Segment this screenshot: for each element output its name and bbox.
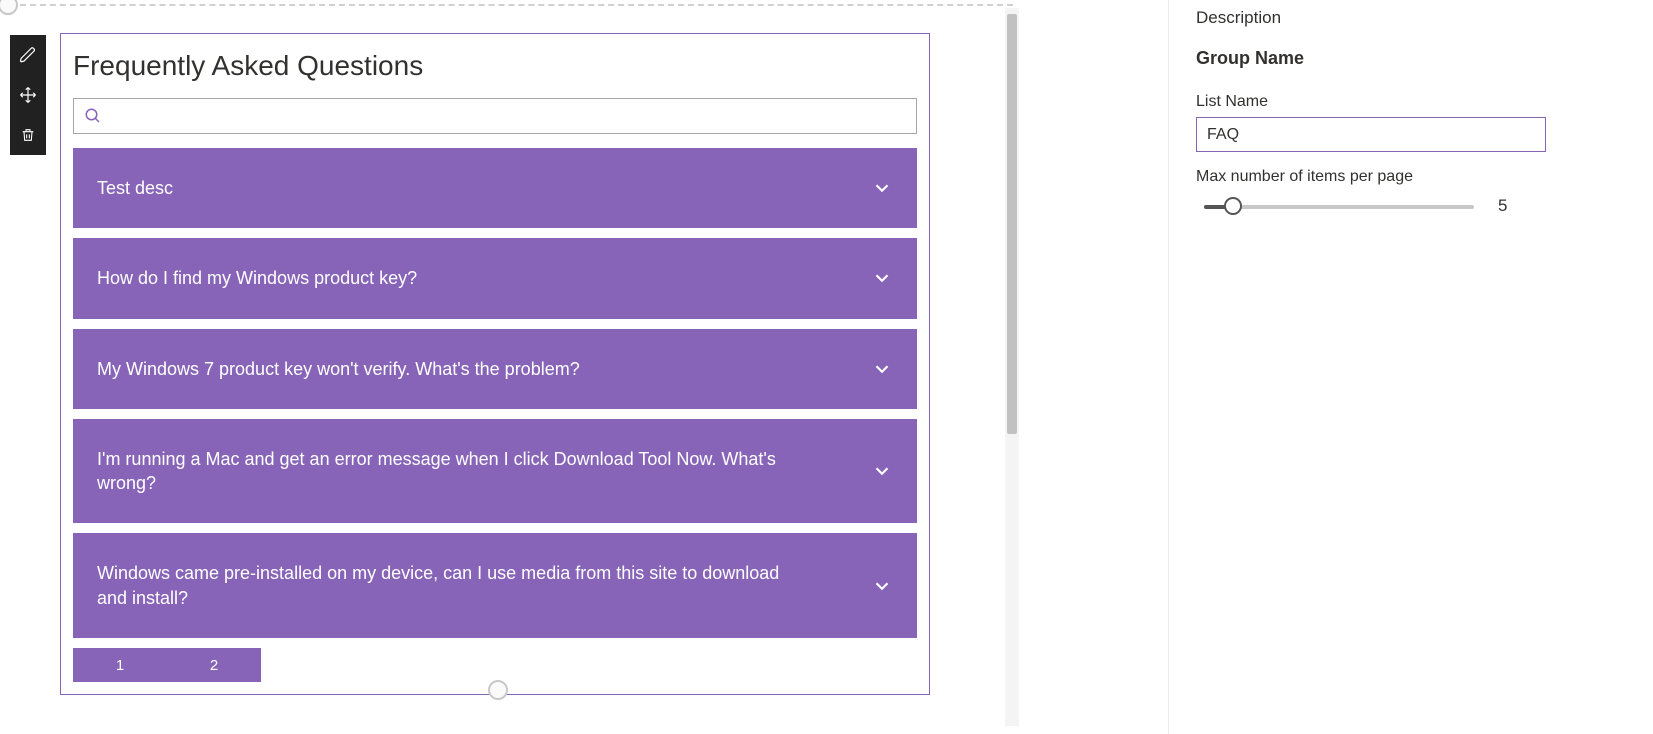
search-box[interactable] <box>73 98 917 134</box>
faq-question: Windows came pre-installed on my device,… <box>97 561 797 610</box>
faq-question: I'm running a Mac and get an error messa… <box>97 447 797 496</box>
property-pane: Description Group Name List Name Max num… <box>1196 8 1576 216</box>
trash-icon <box>20 126 36 144</box>
chevron-down-icon <box>871 267 893 289</box>
pager: 1 2 <box>73 648 917 682</box>
faq-item[interactable]: How do I find my Windows product key? <box>73 238 917 318</box>
faq-question: How do I find my Windows product key? <box>97 266 417 290</box>
search-input[interactable] <box>110 107 906 126</box>
canvas-scrollbar[interactable] <box>1005 8 1019 726</box>
scrollbar-thumb[interactable] <box>1007 14 1017 434</box>
faq-item[interactable]: My Windows 7 product key won't verify. W… <box>73 329 917 409</box>
search-icon <box>84 107 102 125</box>
page-button-2[interactable]: 2 <box>167 648 261 682</box>
slider-track <box>1204 205 1474 209</box>
faq-question: My Windows 7 product key won't verify. W… <box>97 357 580 381</box>
page-button-1[interactable]: 1 <box>73 648 167 682</box>
chevron-down-icon <box>871 460 893 482</box>
list-name-input[interactable] <box>1196 117 1546 152</box>
max-items-label: Max number of items per page <box>1196 168 1576 186</box>
pencil-icon <box>19 46 37 64</box>
chevron-down-icon <box>871 177 893 199</box>
faq-item[interactable]: Windows came pre-installed on my device,… <box>73 533 917 638</box>
faq-question: Test desc <box>97 176 173 200</box>
webpart-edit-toolbar <box>10 35 46 155</box>
edit-button[interactable] <box>10 35 46 75</box>
max-items-value: 5 <box>1498 196 1507 216</box>
description-label: Description <box>1196 8 1576 28</box>
webpart-title: Frequently Asked Questions <box>73 50 917 82</box>
section-handle-bottom[interactable] <box>488 680 508 700</box>
section-boundary-top <box>0 4 1013 6</box>
faq-item[interactable]: Test desc <box>73 148 917 228</box>
faq-item[interactable]: I'm running a Mac and get an error messa… <box>73 419 917 524</box>
pane-divider <box>1168 0 1169 734</box>
slider-thumb[interactable] <box>1224 197 1242 215</box>
max-items-slider-row: 5 <box>1196 196 1576 216</box>
move-button[interactable] <box>10 75 46 115</box>
chevron-down-icon <box>871 575 893 597</box>
list-name-label: List Name <box>1196 93 1576 111</box>
group-heading: Group Name <box>1196 48 1576 69</box>
section-handle-top[interactable] <box>0 0 18 15</box>
delete-button[interactable] <box>10 115 46 155</box>
max-items-slider[interactable] <box>1204 197 1474 215</box>
faq-webpart: Frequently Asked Questions Test desc How… <box>60 33 930 695</box>
move-icon <box>19 86 37 104</box>
chevron-down-icon <box>871 358 893 380</box>
